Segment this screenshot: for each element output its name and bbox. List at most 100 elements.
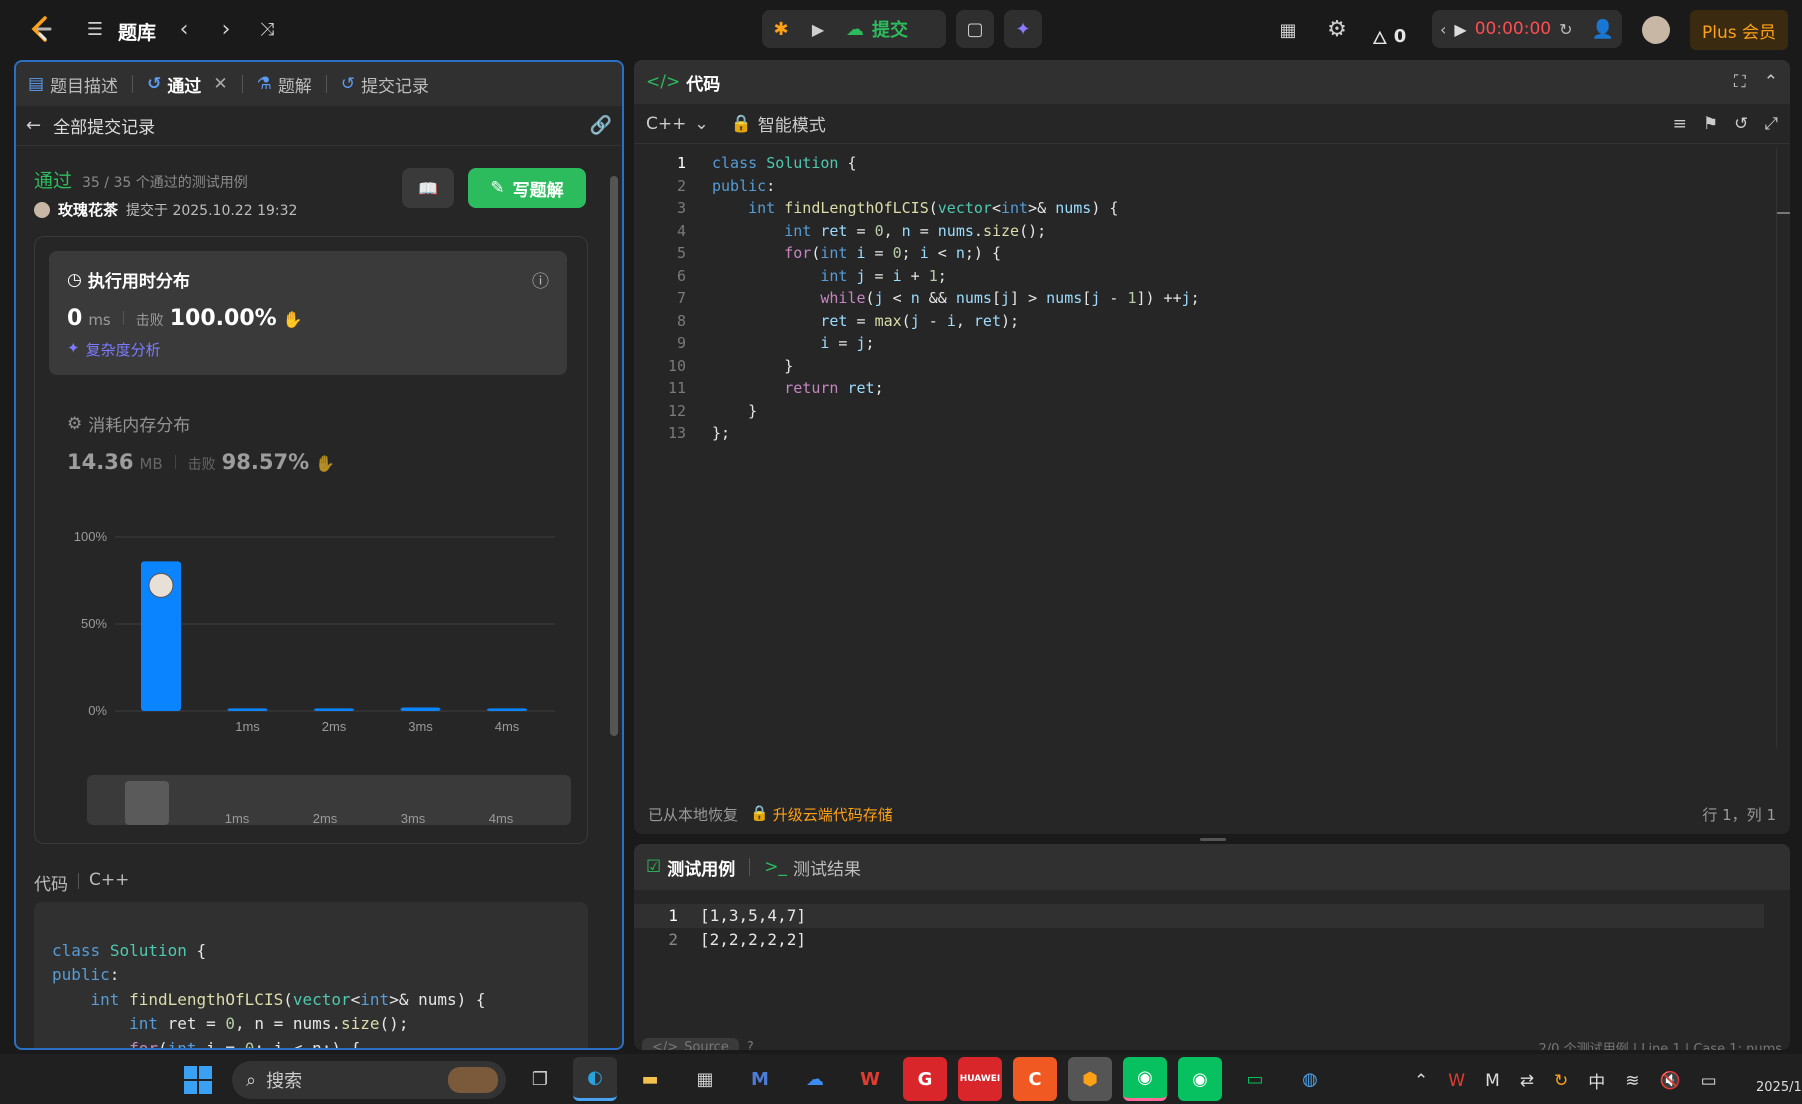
memory-card[interactable]: ⚙ 消耗内存分布 14.36 MB 击败 98.57% ✋ [67, 411, 567, 491]
random-problem-icon[interactable]: ⤨ [254, 16, 280, 42]
clock-date[interactable]: 2025/1 [1756, 1080, 1802, 1095]
test-case-line[interactable]: 2 [2,2,2,2,2] [634, 928, 1790, 952]
submit-button[interactable]: ☁ 提交 [836, 16, 908, 42]
link-icon[interactable]: 🔗 [590, 115, 612, 136]
language-select[interactable]: C++ ⌄ [646, 114, 709, 134]
complexity-analysis-link[interactable]: ✦ 复杂度分析 [67, 339, 549, 360]
leetcode-logo[interactable] [26, 14, 56, 44]
chart-range-selector[interactable]: 1ms 2ms 3ms 4ms [87, 775, 571, 825]
transfer-icon[interactable]: ⇄ [1520, 1071, 1534, 1091]
runtime-distribution-chart[interactable]: 100% 50% 0% 1ms 2ms 3ms 4ms [45, 517, 565, 747]
streak-counter[interactable]: 🜂 0 [1372, 18, 1406, 55]
debug-icon[interactable]: ✱ [762, 19, 800, 40]
cloud-drive-icon[interactable]: ☁ [793, 1057, 837, 1101]
wps-office-icon[interactable]: W [848, 1057, 892, 1101]
file-explorer-icon[interactable]: ▬ [628, 1057, 672, 1101]
chevron-up-icon[interactable]: ⌃ [1414, 1071, 1428, 1091]
network-tool-icon[interactable]: ◍ [1288, 1057, 1332, 1101]
reset-icon[interactable]: ↺ [1734, 114, 1748, 134]
microsoft-store-icon[interactable]: ▦ [683, 1057, 727, 1101]
tab-accepted[interactable]: ↺ 通过 ✕ [147, 72, 228, 97]
plus-membership-button[interactable]: Plus 会员 [1690, 10, 1788, 50]
avatar[interactable] [1642, 16, 1670, 44]
tab-submissions[interactable]: ↺ 提交记录 [341, 72, 429, 97]
timer-reset-icon[interactable]: ↻ [1559, 20, 1572, 39]
bookmark-icon[interactable]: ⚑ [1703, 114, 1718, 134]
tab-test-cases[interactable]: ☑ 测试用例 [646, 855, 735, 880]
chevron-down-icon: ⌄ [694, 113, 709, 134]
bar[interactable] [487, 708, 527, 711]
view-solution-button[interactable]: 📖 [402, 168, 454, 208]
bar[interactable] [227, 708, 268, 711]
tab-solutions[interactable]: ⚗ 题解 [257, 72, 312, 97]
clap-icon: ✋ [315, 454, 336, 473]
range-handle[interactable] [125, 781, 169, 825]
tab-test-result[interactable]: >_ 测试结果 [764, 855, 861, 880]
problem-bank-link[interactable]: 题库 [118, 18, 156, 45]
red-g-app-icon[interactable]: G [903, 1057, 947, 1101]
bar[interactable] [314, 708, 354, 711]
test-case-list[interactable]: 1 [1,3,5,4,7] 2 [2,2,2,2,2] [634, 890, 1790, 952]
c-app-icon[interactable]: C [1013, 1057, 1057, 1101]
security-app-icon[interactable]: W [1448, 1071, 1465, 1091]
format-icon[interactable]: ≡ [1673, 114, 1687, 134]
close-tab-icon[interactable]: ✕ [213, 74, 227, 94]
input-method[interactable]: 中 [1588, 1068, 1605, 1093]
smart-mode-label[interactable]: 智能模式 [758, 111, 826, 136]
code-editor[interactable]: 1 class Solution { 2 public: 3 int findLen… [634, 144, 1790, 445]
restored-label: 已从本地恢复 [648, 805, 739, 824]
wechat-icon[interactable]: ◉ [1123, 1057, 1167, 1101]
divider [241, 75, 243, 93]
all-submissions-link[interactable]: 全部提交记录 [53, 113, 155, 138]
left-scrollbar[interactable] [610, 158, 618, 798]
timer-play-icon[interactable]: ▶ [1454, 20, 1466, 39]
run-icon[interactable]: ▶ [800, 20, 836, 39]
user-avatar[interactable] [34, 201, 50, 218]
prev-problem-icon[interactable]: ‹ [172, 16, 196, 42]
settings-icon[interactable]: ⚙ [1324, 16, 1350, 42]
editor-statusbar: 已从本地恢复 🔒 升级云端代码存储 行 1，列 1 [634, 794, 1790, 834]
test-case-line[interactable]: 1 [1,3,5,4,7] [634, 904, 1764, 928]
info-icon[interactable]: ⓘ [532, 267, 549, 292]
tab-description[interactable]: ▤ 题目描述 [28, 72, 118, 97]
range-tick-label: 2ms [313, 811, 338, 825]
scrollbar-thumb[interactable] [610, 176, 618, 736]
windows-start-icon[interactable] [184, 1066, 212, 1094]
collapse-icon[interactable]: ⌃ [1764, 72, 1778, 92]
expand-icon[interactable]: ⤢ [1764, 114, 1778, 134]
add-friend-icon[interactable]: 👤 [1590, 16, 1616, 42]
edge-browser-icon[interactable]: ◐ [573, 1057, 617, 1101]
volume-muted-icon[interactable]: 🔇 [1659, 1071, 1680, 1091]
source-button[interactable]: </> Source [642, 1037, 739, 1050]
dev-tool-icon[interactable]: ⬢ [1068, 1057, 1112, 1101]
write-solution-button[interactable]: ✎ 写题解 [468, 168, 586, 208]
sync-icon[interactable]: ↻ [1554, 1071, 1568, 1091]
next-problem-icon[interactable]: › [214, 16, 238, 42]
taskbar-search[interactable]: ⌕ 搜索 [232, 1061, 506, 1099]
mail-tray-icon[interactable]: M [1485, 1071, 1500, 1091]
test-footer-info: 2/0 个测试用例 | Line 1 | Case 1: nums [1538, 1041, 1782, 1051]
back-arrow-icon[interactable]: ← [26, 115, 41, 136]
huawei-app-icon[interactable]: HUAWEI [958, 1057, 1002, 1101]
mail-app-icon[interactable]: M [738, 1057, 782, 1101]
timer-collapse-icon[interactable]: ‹ [1440, 20, 1446, 39]
task-view-icon[interactable]: ❐ [518, 1057, 562, 1101]
help-icon[interactable]: ? [747, 1040, 754, 1051]
upgrade-storage-link[interactable]: 🔒 升级云端代码存储 [750, 804, 893, 825]
problem-list-icon[interactable]: ☰ [84, 18, 106, 40]
memory-chip-icon: ⚙ [67, 413, 83, 434]
ai-sparkle-icon[interactable]: ✦ [1004, 10, 1042, 48]
search-icon: ⌕ [246, 1069, 257, 1091]
note-icon[interactable]: ▢ [956, 10, 994, 48]
battery-icon[interactable]: ▭ [1701, 1071, 1717, 1091]
bar[interactable] [400, 707, 441, 711]
username[interactable]: 玫瑰花茶 [58, 199, 118, 220]
fullscreen-icon[interactable]: ⛶ [1734, 72, 1746, 92]
runtime-card[interactable]: ◷ 执行用时分布 ⓘ 0 ms 击败 100.00% ✋ ✦ 复杂度分析 [49, 251, 567, 375]
chat-app-icon[interactable]: ▭ [1233, 1057, 1277, 1101]
editor-scrollbar[interactable] [1776, 148, 1790, 748]
layout-icon[interactable]: ▦ [1276, 18, 1300, 42]
wifi-icon[interactable]: ≋ [1625, 1071, 1639, 1091]
panel-resize-handle[interactable] [1200, 838, 1226, 841]
wechat-secondary-icon[interactable]: ◉ [1178, 1057, 1222, 1101]
